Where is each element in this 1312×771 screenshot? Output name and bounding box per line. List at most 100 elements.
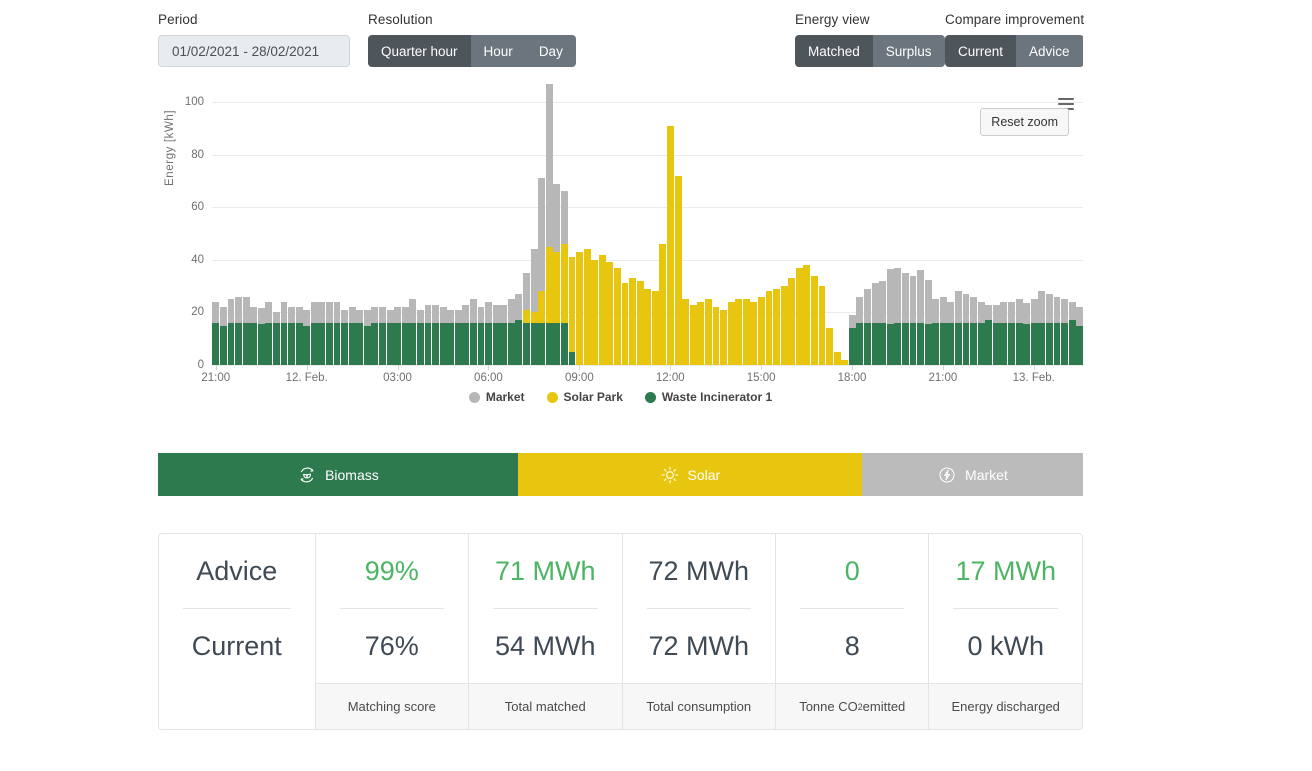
- chart-bar[interactable]: [1045, 102, 1053, 365]
- chart-bar[interactable]: [780, 102, 788, 365]
- chart-bar[interactable]: [1000, 102, 1008, 365]
- chart-bar[interactable]: [219, 102, 227, 365]
- chart-bar[interactable]: [416, 102, 424, 365]
- chart-bar[interactable]: [977, 102, 985, 365]
- energy-view-option-surplus[interactable]: Surplus: [872, 35, 945, 67]
- chart-bar[interactable]: [424, 102, 432, 365]
- chart-bar[interactable]: [901, 102, 909, 365]
- chart-bar[interactable]: [341, 102, 349, 365]
- chart-bar[interactable]: [811, 102, 818, 365]
- chart-bar[interactable]: [613, 102, 621, 365]
- chart-bar[interactable]: [1068, 102, 1076, 365]
- chart-bar[interactable]: [651, 102, 659, 365]
- chart-bar[interactable]: [576, 102, 583, 365]
- chart-bar[interactable]: [955, 102, 962, 365]
- chart-bar[interactable]: [326, 102, 333, 365]
- chart-bar[interactable]: [530, 102, 538, 365]
- chart-bar[interactable]: [227, 102, 235, 365]
- chart-bar[interactable]: [538, 102, 546, 365]
- chart-bar[interactable]: [409, 102, 417, 365]
- chart-bar[interactable]: [788, 102, 796, 365]
- chart-bar[interactable]: [879, 102, 887, 365]
- chart-bar[interactable]: [265, 102, 273, 365]
- chart-bar[interactable]: [667, 102, 674, 365]
- chart-bar[interactable]: [454, 102, 462, 365]
- chart-bar[interactable]: [401, 102, 409, 365]
- chart-bar[interactable]: [803, 102, 811, 365]
- chart-bar[interactable]: [598, 102, 606, 365]
- chart-bar[interactable]: [742, 102, 750, 365]
- chart-bar[interactable]: [985, 102, 993, 365]
- chart-bar[interactable]: [356, 102, 364, 365]
- chart-bar[interactable]: [250, 102, 258, 365]
- chart-bar[interactable]: [560, 102, 568, 365]
- chart-bar[interactable]: [1023, 102, 1031, 365]
- chart-bar[interactable]: [924, 102, 932, 365]
- chart-bar[interactable]: [394, 102, 402, 365]
- chart-bar[interactable]: [712, 102, 720, 365]
- chart-bar[interactable]: [659, 102, 667, 365]
- chart-bar[interactable]: [765, 102, 773, 365]
- chart-bar[interactable]: [462, 102, 470, 365]
- chart-bar[interactable]: [932, 102, 940, 365]
- chart-bar[interactable]: [917, 102, 924, 365]
- chart-bar[interactable]: [348, 102, 356, 365]
- chart-bar[interactable]: [939, 102, 947, 365]
- resolution-option-day[interactable]: Day: [525, 35, 576, 67]
- chart-bar[interactable]: [909, 102, 917, 365]
- chart-bar[interactable]: [674, 102, 682, 365]
- chart-bar[interactable]: [841, 102, 849, 365]
- chart-bar[interactable]: [371, 102, 379, 365]
- compare-option-advice[interactable]: Advice: [1016, 35, 1083, 67]
- chart-bar[interactable]: [212, 102, 220, 365]
- chart-bar[interactable]: [773, 102, 781, 365]
- chart-bar[interactable]: [553, 102, 561, 365]
- chart-bar[interactable]: [1053, 102, 1061, 365]
- chart-bar[interactable]: [583, 102, 591, 365]
- chart-bar[interactable]: [500, 102, 508, 365]
- chart-bar[interactable]: [1061, 102, 1068, 365]
- chart-bar[interactable]: [432, 102, 439, 365]
- chart-bar[interactable]: [477, 102, 485, 365]
- chart-bar[interactable]: [242, 102, 250, 365]
- legend-item-solar-park[interactable]: Solar Park: [546, 390, 623, 404]
- source-segment-solar[interactable]: Solar: [517, 453, 862, 496]
- chart-bar[interactable]: [848, 102, 856, 365]
- energy-view-option-matched[interactable]: Matched: [795, 35, 873, 67]
- legend-item-waste-incinerator[interactable]: Waste Incinerator 1: [644, 390, 772, 404]
- chart-bar[interactable]: [235, 102, 242, 365]
- chart-bar[interactable]: [962, 102, 970, 365]
- resolution-option-quarter-hour[interactable]: Quarter hour: [368, 35, 471, 67]
- period-date-input[interactable]: 01/02/2021 - 28/02/2021: [158, 35, 350, 67]
- chart-bar[interactable]: [947, 102, 955, 365]
- chart-bar[interactable]: [591, 102, 599, 365]
- chart-bar[interactable]: [288, 102, 296, 365]
- chart-bar[interactable]: [886, 102, 894, 365]
- chart-bar[interactable]: [735, 102, 743, 365]
- chart-bar[interactable]: [485, 102, 493, 365]
- source-segment-biomass[interactable]: Biomass: [158, 453, 518, 496]
- legend-item-market[interactable]: Market: [468, 390, 525, 404]
- chart-bar[interactable]: [629, 102, 637, 365]
- chart-bar[interactable]: [333, 102, 341, 365]
- chart-bar[interactable]: [833, 102, 841, 365]
- chart-bar[interactable]: [257, 102, 265, 365]
- chart-bar[interactable]: [689, 102, 697, 365]
- chart-bar[interactable]: [856, 102, 864, 365]
- chart-bar[interactable]: [970, 102, 978, 365]
- chart-bar[interactable]: [992, 102, 1000, 365]
- chart-bar[interactable]: [515, 102, 523, 365]
- chart-bar[interactable]: [795, 102, 803, 365]
- chart-bar[interactable]: [507, 102, 515, 365]
- chart-bar[interactable]: [864, 102, 871, 365]
- resolution-option-hour[interactable]: Hour: [470, 35, 526, 67]
- chart-bar[interactable]: [636, 102, 644, 365]
- chart-bar[interactable]: [894, 102, 902, 365]
- chart-bar[interactable]: [727, 102, 735, 365]
- chart-bar[interactable]: [318, 102, 326, 365]
- compare-option-current[interactable]: Current: [945, 35, 1017, 67]
- chart-bar[interactable]: [682, 102, 690, 365]
- chart-bar[interactable]: [363, 102, 371, 365]
- chart-bar[interactable]: [280, 102, 288, 365]
- chart-bar[interactable]: [697, 102, 705, 365]
